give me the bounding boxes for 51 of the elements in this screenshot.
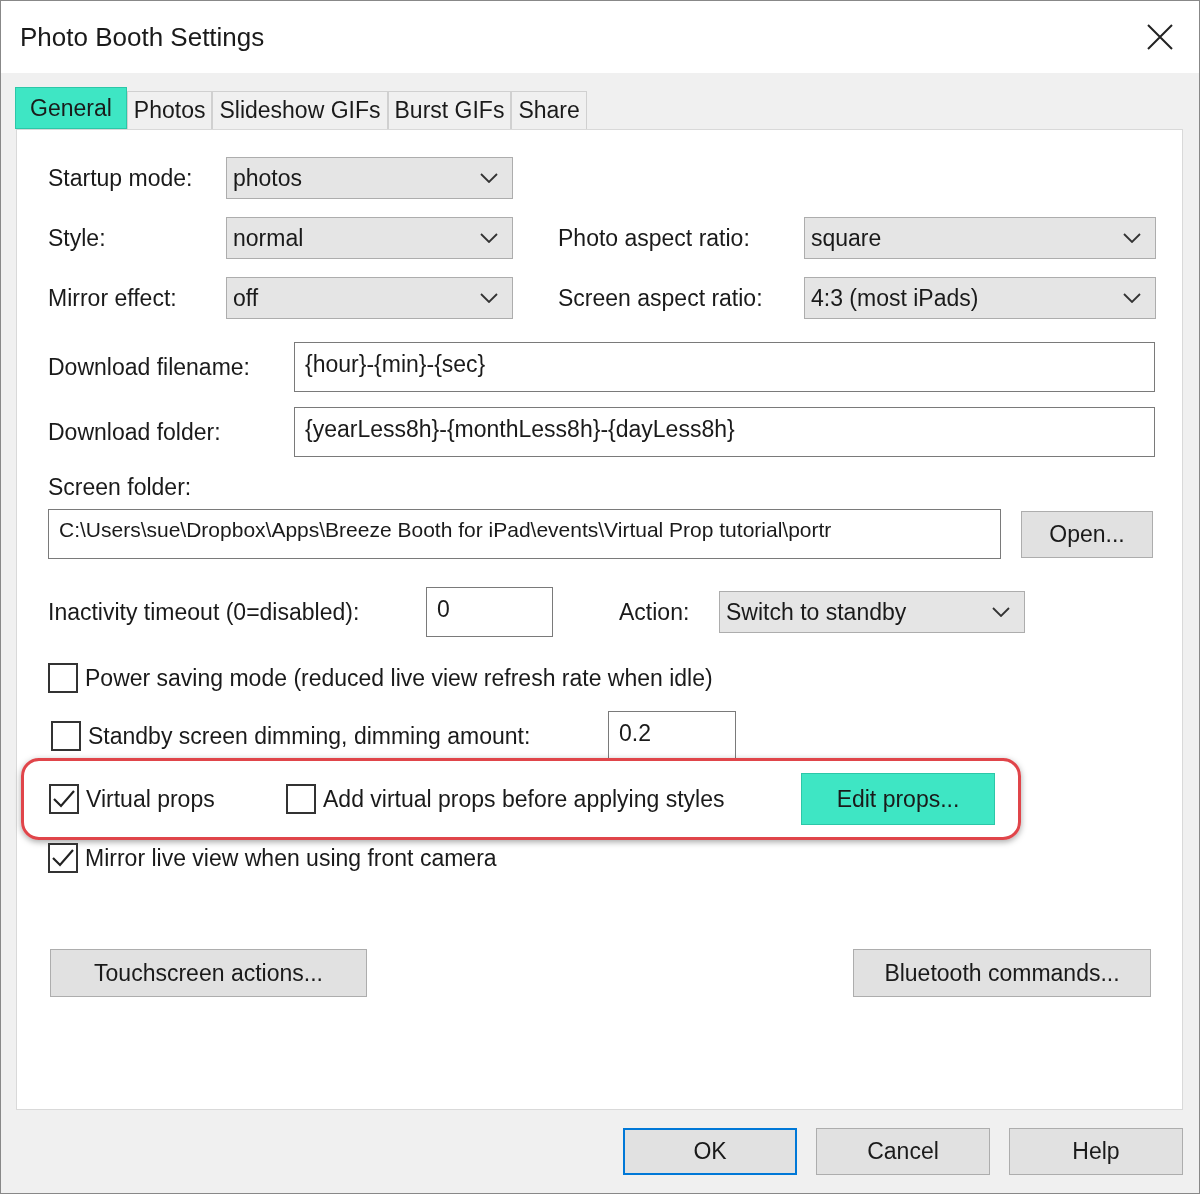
tab[interactable]: Share <box>511 91 587 129</box>
window-title: Photo Booth Settings <box>20 20 265 54</box>
tab[interactable]: Slideshow GIFs <box>212 91 388 129</box>
dialog-button[interactable]: Cancel <box>816 1128 990 1175</box>
touchscreen-actions-button[interactable]: Touchscreen actions... <box>50 949 367 997</box>
dropdown[interactable]: Switch to standby <box>719 591 1025 633</box>
chevron-down-icon <box>480 233 498 243</box>
chevron-down-icon <box>480 173 498 183</box>
field-label: Virtual props <box>86 784 216 814</box>
field-label: Add virtual props before applying styles <box>323 784 726 814</box>
dialog-button[interactable]: OK <box>623 1128 797 1175</box>
field-label: Screen aspect ratio: <box>558 283 764 313</box>
field-label: Power saving mode (reduced live view refresh rate when idle) <box>85 663 713 693</box>
field-label: Download folder: <box>48 417 222 447</box>
field-label: Startup mode: <box>48 163 194 193</box>
chevron-down-icon <box>480 293 498 303</box>
chevron-down-icon <box>1123 293 1141 303</box>
close-icon[interactable] <box>1147 24 1173 50</box>
text-field[interactable]: C:\Users\sue\Dropbox\Apps\Breeze Booth for iPad\events\Virtual Prop tutorial\portr <box>48 509 1001 559</box>
text-field[interactable]: 0 <box>426 587 553 637</box>
field-label: Style: <box>48 223 107 253</box>
dropdown[interactable]: square <box>804 217 1156 259</box>
tab[interactable]: Burst GIFs <box>387 91 512 129</box>
tab[interactable]: Photos <box>126 91 213 129</box>
field-label: Action: <box>619 597 691 627</box>
checkbox[interactable] <box>286 784 316 814</box>
dropdown[interactable]: normal <box>226 217 513 259</box>
chevron-down-icon <box>992 607 1010 617</box>
open-button[interactable]: Open... <box>1021 510 1153 558</box>
edit-props-button[interactable]: Edit props... <box>801 773 995 825</box>
checkbox[interactable] <box>49 784 79 814</box>
text-field[interactable]: 0.2 <box>608 711 736 761</box>
field-label: Download filename: <box>48 352 251 382</box>
text-field[interactable]: {hour}-{min}-{sec} <box>294 342 1155 392</box>
dropdown[interactable]: 4:3 (most iPads) <box>804 277 1156 319</box>
field-label: Photo aspect ratio: <box>558 223 751 253</box>
text-field[interactable]: {yearLess8h}-{monthLess8h}-{dayLess8h} <box>294 407 1155 457</box>
field-label: Screen folder: <box>48 472 192 502</box>
field-label: Mirror live view when using front camera <box>85 843 497 873</box>
tab[interactable]: General <box>15 87 127 129</box>
bluetooth-commands-button[interactable]: Bluetooth commands... <box>853 949 1151 997</box>
field-label: Standby screen dimming, dimming amount: <box>88 721 532 751</box>
dropdown[interactable]: off <box>226 277 513 319</box>
chevron-down-icon <box>1123 233 1141 243</box>
dropdown[interactable]: photos <box>226 157 513 199</box>
checkbox[interactable] <box>51 721 81 751</box>
dialog-button[interactable]: Help <box>1009 1128 1183 1175</box>
checkbox[interactable] <box>48 843 78 873</box>
checkbox[interactable] <box>48 663 78 693</box>
field-label: Mirror effect: <box>48 283 178 313</box>
field-label: Inactivity timeout (0=disabled): <box>48 597 361 627</box>
